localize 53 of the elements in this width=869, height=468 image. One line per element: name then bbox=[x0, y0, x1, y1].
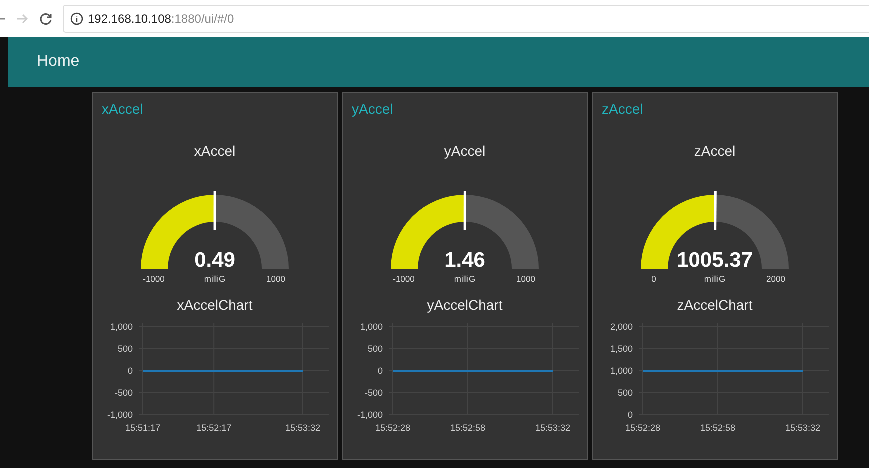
gauge-value: 1.46 bbox=[444, 249, 486, 272]
card-title: yAccel bbox=[351, 100, 394, 117]
y-tick-label: 0 bbox=[378, 366, 383, 376]
y-tick-label: 1,000 bbox=[360, 322, 383, 332]
address-bar[interactable]: 192.168.10.108:1880/ui/#/0 bbox=[63, 4, 869, 32]
gauge-min: -1000 bbox=[143, 274, 165, 284]
x-tick-label: 15:52:58 bbox=[700, 423, 736, 433]
y-tick-label: -500 bbox=[114, 388, 133, 398]
gauge-title: yAccel bbox=[444, 143, 486, 159]
x-tick-label: 15:53:32 bbox=[785, 423, 821, 433]
gauge-units: milliG bbox=[454, 274, 476, 284]
gauge-max: 1000 bbox=[516, 274, 536, 284]
info-icon bbox=[70, 12, 84, 26]
y-tick-label: 1,000 bbox=[610, 366, 633, 376]
gauge-title: zAccel bbox=[694, 143, 736, 159]
gauge-max: 2000 bbox=[766, 274, 786, 284]
x-tick-label: 15:53:32 bbox=[285, 423, 321, 433]
gauge-needle bbox=[464, 191, 466, 230]
reload-icon[interactable] bbox=[39, 12, 53, 26]
chart-title: zAccelChart bbox=[677, 297, 753, 313]
chart-title: xAccelChart bbox=[177, 297, 253, 313]
gauge-units: milliG bbox=[704, 274, 726, 284]
y-tick-label: 0 bbox=[128, 366, 133, 376]
y-tick-label: 500 bbox=[368, 344, 383, 354]
card-title: zAccel bbox=[601, 100, 644, 117]
page-title: Home bbox=[37, 53, 80, 71]
gauge-title: xAccel bbox=[194, 143, 236, 159]
card-title: xAccel bbox=[101, 100, 144, 117]
chart-title: yAccelChart bbox=[427, 297, 503, 313]
x-tick-label: 15:52:28 bbox=[625, 423, 661, 433]
gauge-max: 1000 bbox=[266, 274, 286, 284]
y-tick-label: -1,000 bbox=[107, 410, 133, 420]
x-tick-label: 15:52:17 bbox=[196, 423, 232, 433]
x-tick-label: 15:52:28 bbox=[375, 423, 411, 433]
y-tick-label: 500 bbox=[618, 388, 633, 398]
y-tick-label: 0 bbox=[628, 410, 633, 420]
y-tick-label: -500 bbox=[364, 388, 383, 398]
y-tick-label: 2,000 bbox=[610, 322, 633, 332]
x-tick-label: 15:53:32 bbox=[535, 423, 571, 433]
gauge-value: 1005.37 bbox=[677, 249, 753, 272]
y-tick-label: -1,000 bbox=[357, 410, 383, 420]
gauge-needle bbox=[214, 191, 216, 230]
y-tick-label: 1,000 bbox=[110, 322, 133, 332]
y-tick-label: 500 bbox=[118, 344, 133, 354]
gauge-min: -1000 bbox=[393, 274, 415, 284]
gauge-needle bbox=[714, 191, 717, 230]
gauge-value: 0.49 bbox=[194, 249, 236, 272]
x-tick-label: 15:52:58 bbox=[450, 423, 486, 433]
gauge-min: 0 bbox=[652, 274, 656, 284]
url-text: 192.168.10.108:1880/ui/#/0 bbox=[88, 12, 234, 26]
y-tick-label: 1,500 bbox=[610, 344, 633, 354]
x-tick-label: 15:51:17 bbox=[125, 423, 161, 433]
gauge-units: milliG bbox=[204, 274, 226, 284]
